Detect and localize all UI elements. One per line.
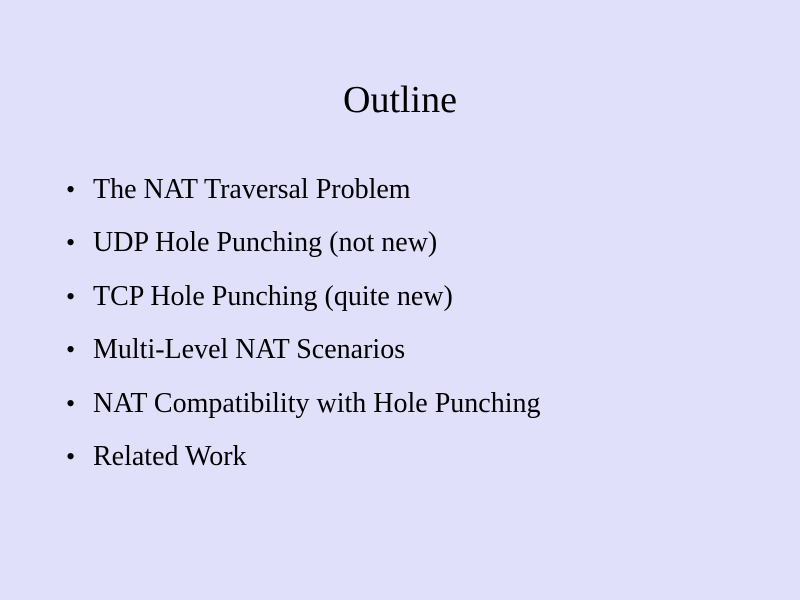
bullet-item: • UDP Hole Punching (not new) xyxy=(66,217,540,271)
bullet-icon: • xyxy=(66,388,76,418)
bullet-icon: • xyxy=(66,228,76,258)
bullet-item: • TCP Hole Punching (quite new) xyxy=(66,270,540,324)
slide-title: Outline xyxy=(343,79,457,121)
bullet-icon: • xyxy=(66,174,76,204)
bullet-text: Related Work xyxy=(93,441,247,473)
bullet-item: • The NAT Traversal Problem xyxy=(66,163,540,217)
bullet-text: TCP Hole Punching (quite new) xyxy=(93,280,453,312)
bullet-icon: • xyxy=(66,281,76,311)
bullet-item: • Related Work xyxy=(66,431,540,485)
bullet-list: • The NAT Traversal Problem • UDP Hole P… xyxy=(66,163,540,484)
bullet-text: Multi-Level NAT Scenarios xyxy=(93,334,406,366)
slide: Outline • The NAT Traversal Problem • UD… xyxy=(0,0,800,600)
bullet-text: The NAT Traversal Problem xyxy=(93,173,411,205)
bullet-item: • Multi-Level NAT Scenarios xyxy=(66,324,540,378)
bullet-item: • NAT Compatibility with Hole Punching xyxy=(66,377,540,431)
bullet-text: UDP Hole Punching (not new) xyxy=(93,227,438,259)
bullet-text: NAT Compatibility with Hole Punching xyxy=(93,387,541,419)
bullet-icon: • xyxy=(66,335,76,365)
bullet-icon: • xyxy=(66,442,76,472)
